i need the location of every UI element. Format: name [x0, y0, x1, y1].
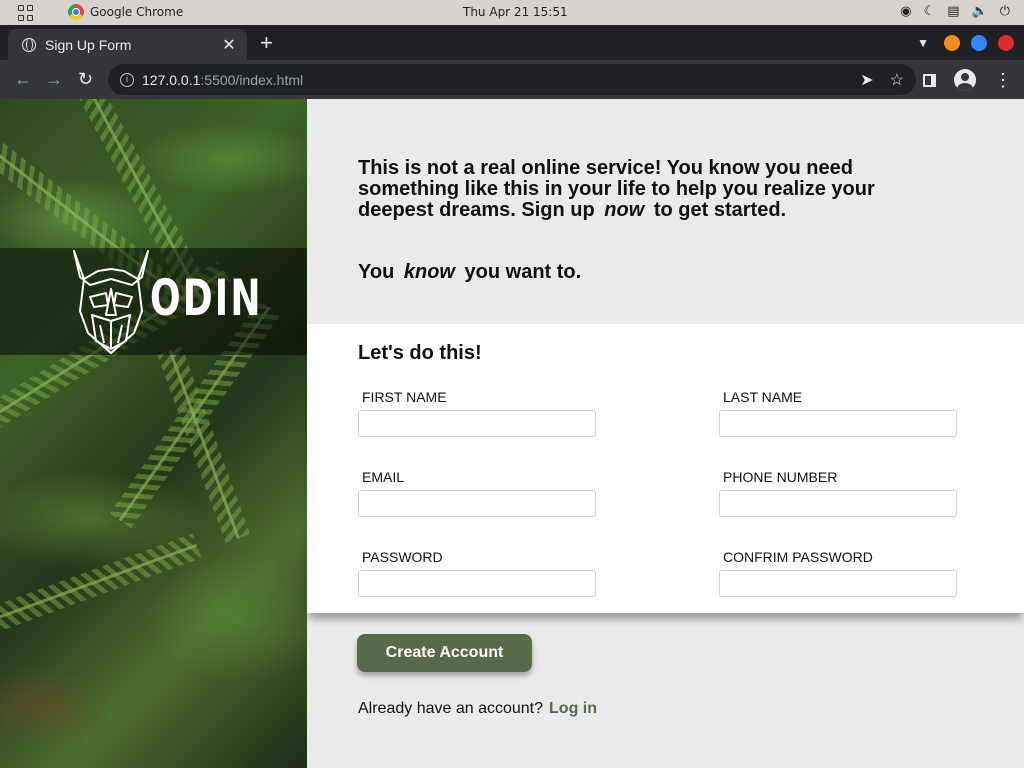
bookmark-star-icon[interactable]: ☆	[890, 70, 904, 90]
globe-icon	[22, 37, 36, 52]
confirm-password-label: CONFRIM PASSWORD	[723, 549, 873, 565]
signup-form: Let's do this! FIRST NAME LAST NAME EMAI…	[307, 324, 1024, 613]
first-name-label: FIRST NAME	[362, 389, 447, 405]
reload-icon[interactable]: ↻	[78, 69, 93, 89]
email-label: EMAIL	[362, 469, 405, 485]
odin-viking-icon	[73, 250, 149, 354]
send-icon[interactable]: ➤	[860, 70, 873, 90]
login-prompt-text: Already have an account?	[358, 700, 544, 717]
site-info-icon[interactable]: i	[120, 72, 134, 87]
active-app-name: Google Chrome	[90, 5, 184, 19]
password-input[interactable]	[358, 570, 596, 597]
forward-arrow-icon[interactable]: →	[45, 69, 63, 89]
tagline-part2: you want to.	[464, 261, 582, 283]
page-viewport: ODIN This is not a real online service! …	[0, 99, 1024, 768]
phone-number-input[interactable]	[719, 490, 957, 517]
back-arrow-icon[interactable]: ←	[14, 69, 32, 89]
odin-logo-text: ODIN	[150, 269, 263, 327]
intro-text-part2: to get started.	[653, 199, 787, 221]
login-prompt-row: Already have an account? Log in	[358, 700, 597, 718]
confirm-password-field: CONFRIM PASSWORD	[719, 549, 957, 597]
email-input[interactable]	[358, 490, 596, 517]
intro-emphasis: now	[604, 199, 645, 221]
volume-icon[interactable]: 🔈	[972, 4, 988, 20]
fern-background-panel: ODIN	[0, 99, 307, 768]
minimize-button[interactable]	[944, 35, 960, 51]
close-window-button[interactable]	[998, 35, 1014, 51]
last-name-field: LAST NAME	[719, 389, 957, 437]
omnibox-actions: ➤ ☆	[860, 70, 904, 90]
first-name-field: FIRST NAME	[358, 389, 596, 437]
tagline-emphasis: know	[403, 261, 455, 283]
intro-section: This is not a real online service! You k…	[307, 99, 1024, 324]
window-controls: ▼	[917, 35, 1014, 51]
intro-tagline: You know you want to.	[358, 261, 581, 284]
confirm-password-input[interactable]	[719, 570, 957, 597]
system-clock[interactable]: Thu Apr 21 15:51	[463, 5, 568, 19]
email-field: EMAIL	[358, 469, 596, 517]
active-app-indicator[interactable]: Google Chrome	[68, 4, 183, 20]
intro-paragraph: This is not a real online service! You k…	[358, 158, 948, 221]
tab-search-chevron-icon[interactable]: ▼	[917, 36, 929, 50]
tagline-part1: You	[358, 261, 395, 283]
more-menu-icon[interactable]: ⋮	[994, 71, 1012, 89]
profile-avatar-icon[interactable]	[954, 69, 976, 91]
discord-icon[interactable]: ◉	[900, 4, 911, 20]
url-path: :5500/index.html	[200, 71, 304, 88]
url-host: 127.0.0.1	[142, 71, 201, 88]
password-field: PASSWORD	[358, 549, 596, 597]
chrome-icon	[68, 4, 84, 20]
tab-title: Sign Up Form	[45, 36, 132, 53]
side-panel-icon[interactable]	[923, 73, 936, 87]
password-label: PASSWORD	[362, 549, 443, 565]
network-icon[interactable]: ▤	[947, 4, 959, 20]
new-tab-button[interactable]: +	[260, 32, 273, 54]
last-name-input[interactable]	[719, 410, 957, 437]
tab-sign-up-form[interactable]: Sign Up Form ✕	[8, 29, 247, 60]
create-account-button[interactable]: Create Account	[357, 634, 532, 672]
address-bar[interactable]: i 127.0.0.1:5500/index.html ➤ ☆	[108, 64, 916, 95]
browser-toolbar: ← → ↻ i 127.0.0.1:5500/index.html ➤ ☆ ⋮	[0, 60, 1024, 99]
phone-number-label: PHONE NUMBER	[723, 469, 838, 485]
first-name-input[interactable]	[358, 410, 596, 437]
maximize-button[interactable]	[971, 35, 987, 51]
app-grid-icon[interactable]	[18, 5, 34, 21]
system-top-bar: Google Chrome Thu Apr 21 15:51 ◉ ☾ ▤ 🔈 ⏻	[0, 0, 1024, 25]
power-icon[interactable]: ⏻	[1000, 4, 1010, 20]
toolbar-right-actions: ⋮	[923, 69, 1012, 91]
night-light-icon[interactable]: ☾	[924, 4, 936, 20]
close-tab-icon[interactable]: ✕	[221, 35, 237, 55]
browser-tab-strip: Sign Up Form ✕ + ▼	[0, 25, 1024, 60]
phone-number-field: PHONE NUMBER	[719, 469, 957, 517]
fern-frond	[0, 543, 198, 622]
login-link[interactable]: Log in	[549, 700, 597, 717]
form-heading: Let's do this!	[358, 342, 482, 364]
system-tray[interactable]: ◉ ☾ ▤ 🔈 ⏻	[900, 4, 1010, 20]
last-name-label: LAST NAME	[723, 389, 803, 405]
